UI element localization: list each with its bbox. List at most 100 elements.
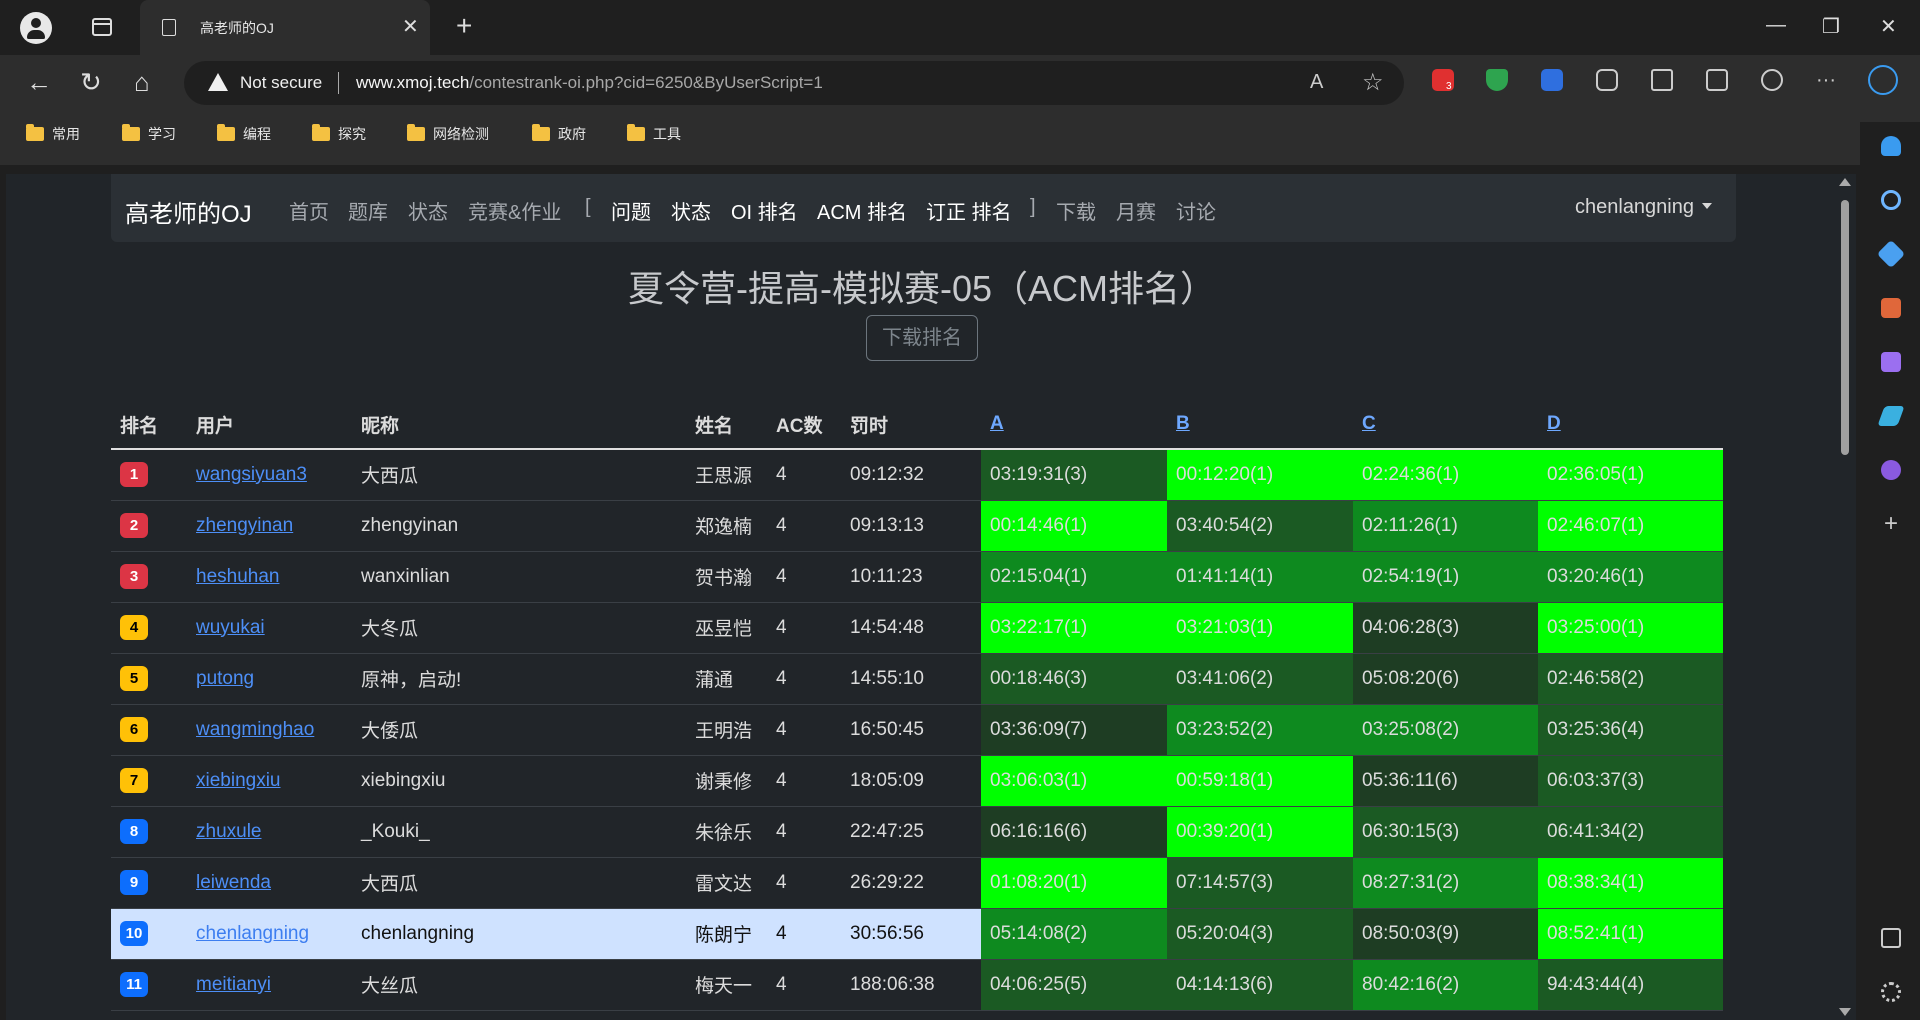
problem-result-cell: 08:52:41(1) [1538, 908, 1723, 960]
table-row: 4 wuyukai 大冬瓜 巫昱恺 4 14:54:48 03:22:17(1) 03:21:… [111, 602, 1723, 654]
notification-bell-icon[interactable] [1881, 136, 1901, 156]
nav-contests[interactable]: 竞赛&作业 [468, 196, 561, 225]
more-menu-icon[interactable]: ··· [1816, 69, 1836, 92]
url-text[interactable]: www.xmoj.tech/contestrank-oi.php?cid=625… [356, 73, 823, 93]
name-cell: 朱徐乐 [686, 806, 767, 858]
reload-button[interactable]: ↻ [80, 67, 102, 98]
problem-d-link[interactable]: D [1547, 413, 1561, 434]
user-link[interactable]: zhuxule [196, 821, 262, 842]
bookmark-folder[interactable]: 探究 [312, 124, 366, 144]
nav-acm-rank[interactable]: ACM 排名 [817, 196, 907, 225]
nav-discuss[interactable]: 讨论 [1176, 196, 1216, 225]
problem-result-cell: 80:42:16(2) [1353, 959, 1538, 1011]
folder-icon [627, 124, 645, 141]
user-cell: zhuxule [187, 806, 352, 858]
col-problem-b[interactable]: B [1167, 400, 1353, 450]
copilot-icon[interactable] [1868, 65, 1898, 95]
divider [338, 72, 339, 94]
nav-monthly[interactable]: 月赛 [1116, 196, 1156, 225]
sidebar-toggle-icon[interactable] [1881, 928, 1901, 948]
ac-count-cell: 4 [767, 806, 841, 858]
bookmark-folder[interactable]: 学习 [122, 124, 176, 144]
user-link[interactable]: putong [196, 668, 254, 689]
z-extension-icon[interactable] [1541, 69, 1563, 91]
scroll-down-arrow-icon[interactable] [1839, 1008, 1851, 1016]
user-link[interactable]: leiwenda [196, 872, 271, 893]
problem-b-link[interactable]: B [1176, 413, 1190, 434]
read-aloud-icon[interactable]: A [1310, 71, 1323, 94]
close-window-button[interactable]: ✕ [1880, 14, 1897, 39]
bookmark-folder[interactable]: 政府 [532, 124, 586, 144]
shopping-tag-icon[interactable] [1876, 239, 1906, 269]
user-menu[interactable]: chenlangning [1575, 196, 1712, 219]
nav-home[interactable]: 首页 [289, 196, 329, 225]
notes-icon[interactable] [1881, 352, 1901, 372]
nick-cell: 大倭瓜 [352, 704, 686, 756]
search-icon[interactable] [1881, 190, 1901, 210]
problem-a-link[interactable]: A [990, 413, 1004, 434]
not-secure-label[interactable]: Not secure [240, 73, 322, 93]
favorite-star-icon[interactable]: ☆ [1362, 68, 1384, 97]
active-tab[interactable]: 高老师的OJ ✕ [140, 0, 430, 55]
send-icon[interactable] [1877, 406, 1905, 426]
nav-download[interactable]: 下载 [1056, 196, 1096, 225]
problem-result-cell: 02:36:05(1) [1538, 449, 1723, 501]
performance-icon[interactable] [1761, 69, 1783, 91]
user-link[interactable]: zhengyinan [196, 515, 293, 536]
site-brand[interactable]: 高老师的OJ [125, 194, 252, 229]
nick-cell: 原神，启动! [352, 653, 686, 705]
collections-icon[interactable] [1706, 69, 1728, 91]
penalty-cell: 10:11:23 [841, 551, 981, 603]
user-link[interactable]: meitianyi [196, 974, 271, 995]
col-problem-c[interactable]: C [1353, 400, 1538, 450]
nav-correction-rank[interactable]: 订正 排名 [926, 196, 1012, 225]
nav-status[interactable]: 状态 [408, 196, 448, 225]
download-rank-button[interactable]: 下载排名 [866, 315, 978, 361]
add-icon[interactable]: + [1881, 512, 1901, 536]
rank-cell: 4 [111, 602, 187, 654]
nav-contest-problems[interactable]: 问题 [611, 196, 651, 225]
user-cell: chenlangning [187, 908, 352, 960]
settings-gear-icon[interactable] [1881, 982, 1901, 1002]
split-screen-icon[interactable] [1651, 69, 1673, 91]
tab-strip: 高老师的OJ ✕ + — ❐ ✕ [0, 0, 1920, 55]
problem-result-cell: 03:23:52(2) [1167, 704, 1353, 756]
user-link[interactable]: wuyukai [196, 617, 265, 638]
back-button[interactable]: ← [26, 67, 52, 98]
nick-cell: 大西瓜 [352, 449, 686, 501]
bookmark-folder[interactable]: 编程 [217, 124, 271, 144]
problem-c-link[interactable]: C [1362, 413, 1376, 434]
games-icon[interactable] [1881, 460, 1901, 480]
shield-extension-icon[interactable] [1486, 69, 1508, 91]
tab-close-icon[interactable]: ✕ [402, 14, 419, 39]
nav-oi-rank[interactable]: OI 排名 [731, 196, 798, 225]
nav-contest-status[interactable]: 状态 [671, 196, 711, 225]
table-row: 11 meitianyi 大丝瓜 梅天一 4 188:06:38 04:06:25(5) 04… [111, 959, 1723, 1011]
tools-icon[interactable] [1881, 298, 1901, 318]
address-bar[interactable]: Not secure www.xmoj.tech/contestrank-oi.… [184, 61, 1404, 105]
scroll-thumb[interactable] [1841, 200, 1849, 455]
user-link[interactable]: wangminghao [196, 719, 314, 740]
user-link[interactable]: wangsiyuan3 [196, 464, 307, 485]
home-button[interactable]: ⌂ [134, 67, 150, 98]
profile-icon[interactable] [20, 12, 52, 44]
minimize-button[interactable]: — [1766, 14, 1786, 37]
tab-actions-icon[interactable] [92, 18, 112, 36]
col-problem-d[interactable]: D [1538, 400, 1723, 450]
bookmark-folder[interactable]: 网络检测 [407, 124, 489, 144]
col-problem-a[interactable]: A [981, 400, 1167, 450]
new-tab-button[interactable]: + [456, 10, 472, 42]
user-link[interactable]: heshuhan [196, 566, 279, 587]
user-link[interactable]: xiebingxiu [196, 770, 281, 791]
tab-title: 高老师的OJ [200, 20, 274, 36]
page-scrollbar[interactable] [1834, 174, 1856, 1020]
user-link[interactable]: chenlangning [196, 923, 309, 944]
bookmark-folder[interactable]: 常用 [26, 124, 80, 144]
scroll-up-arrow-icon[interactable] [1839, 178, 1851, 186]
nav-problems[interactable]: 题库 [348, 196, 388, 225]
maximize-button[interactable]: ❐ [1822, 14, 1840, 39]
extensions-puzzle-icon[interactable] [1596, 69, 1618, 91]
extension-icon-red[interactable]: 3 [1432, 69, 1454, 92]
problem-result-cell: 08:38:34(1) [1538, 857, 1723, 909]
bookmark-folder[interactable]: 工具 [627, 124, 681, 144]
